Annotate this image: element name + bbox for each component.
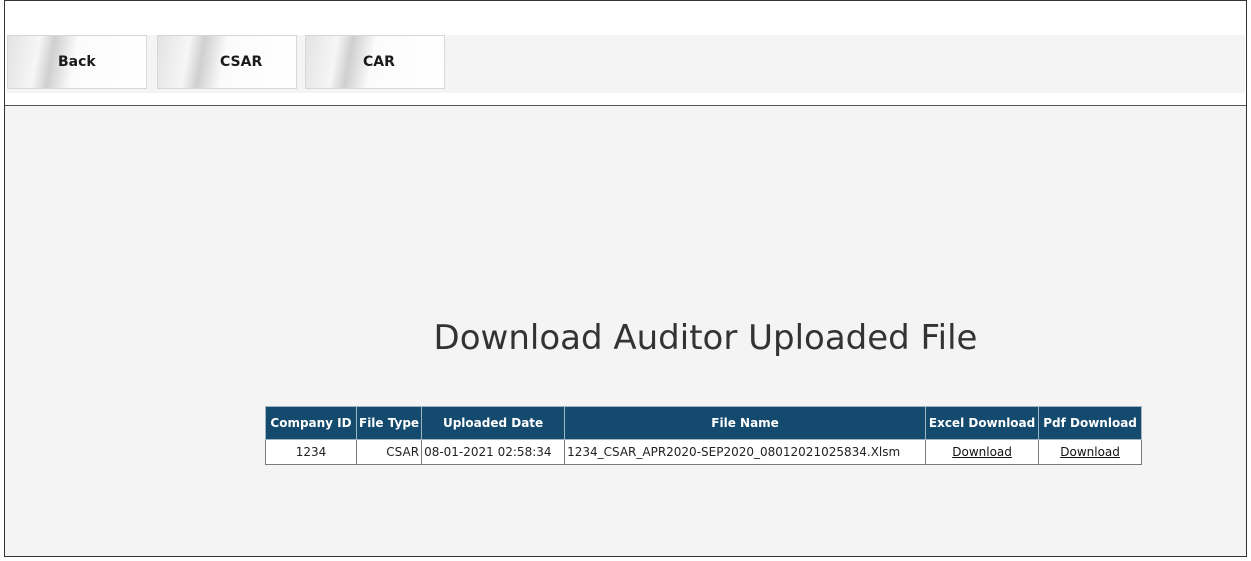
car-button[interactable]: CAR [305, 35, 445, 89]
cell-pdf-download: Download [1038, 439, 1143, 465]
csar-button[interactable]: CSAR [157, 35, 297, 89]
column-header-excel-download: Excel Download [925, 406, 1040, 440]
excel-download-link[interactable]: Download [952, 445, 1012, 459]
column-header-file-type: File Type [355, 406, 423, 440]
cell-file-type: CSAR [355, 439, 423, 465]
cell-company-id: 1234 [265, 439, 357, 465]
column-header-pdf-download: Pdf Download [1038, 406, 1143, 440]
column-header-company-id: Company ID [265, 406, 357, 440]
pdf-download-link[interactable]: Download [1060, 445, 1120, 459]
column-header-uploaded-date: Uploaded Date [421, 406, 566, 440]
page-title: Download Auditor Uploaded File [433, 318, 978, 358]
main-content: Download Auditor Uploaded File Company I… [5, 106, 1246, 556]
cell-file-name: 1234_CSAR_APR2020-SEP2020_08012021025834… [564, 439, 927, 465]
cell-excel-download: Download [925, 439, 1040, 465]
uploaded-files-table: Company ID File Type Uploaded Date File … [265, 406, 1143, 465]
back-button[interactable]: Back [7, 35, 147, 89]
cell-uploaded-date: 08-01-2021 02:58:34 [421, 439, 566, 465]
app-frame: Back CSAR CAR Download Auditor Uploaded … [4, 0, 1247, 557]
table-header-row: Company ID File Type Uploaded Date File … [265, 406, 1143, 440]
table-row: 1234 CSAR 08-01-2021 02:58:34 1234_CSAR_… [265, 439, 1143, 465]
column-header-file-name: File Name [564, 406, 927, 440]
toolbar: Back CSAR CAR [7, 35, 1245, 93]
